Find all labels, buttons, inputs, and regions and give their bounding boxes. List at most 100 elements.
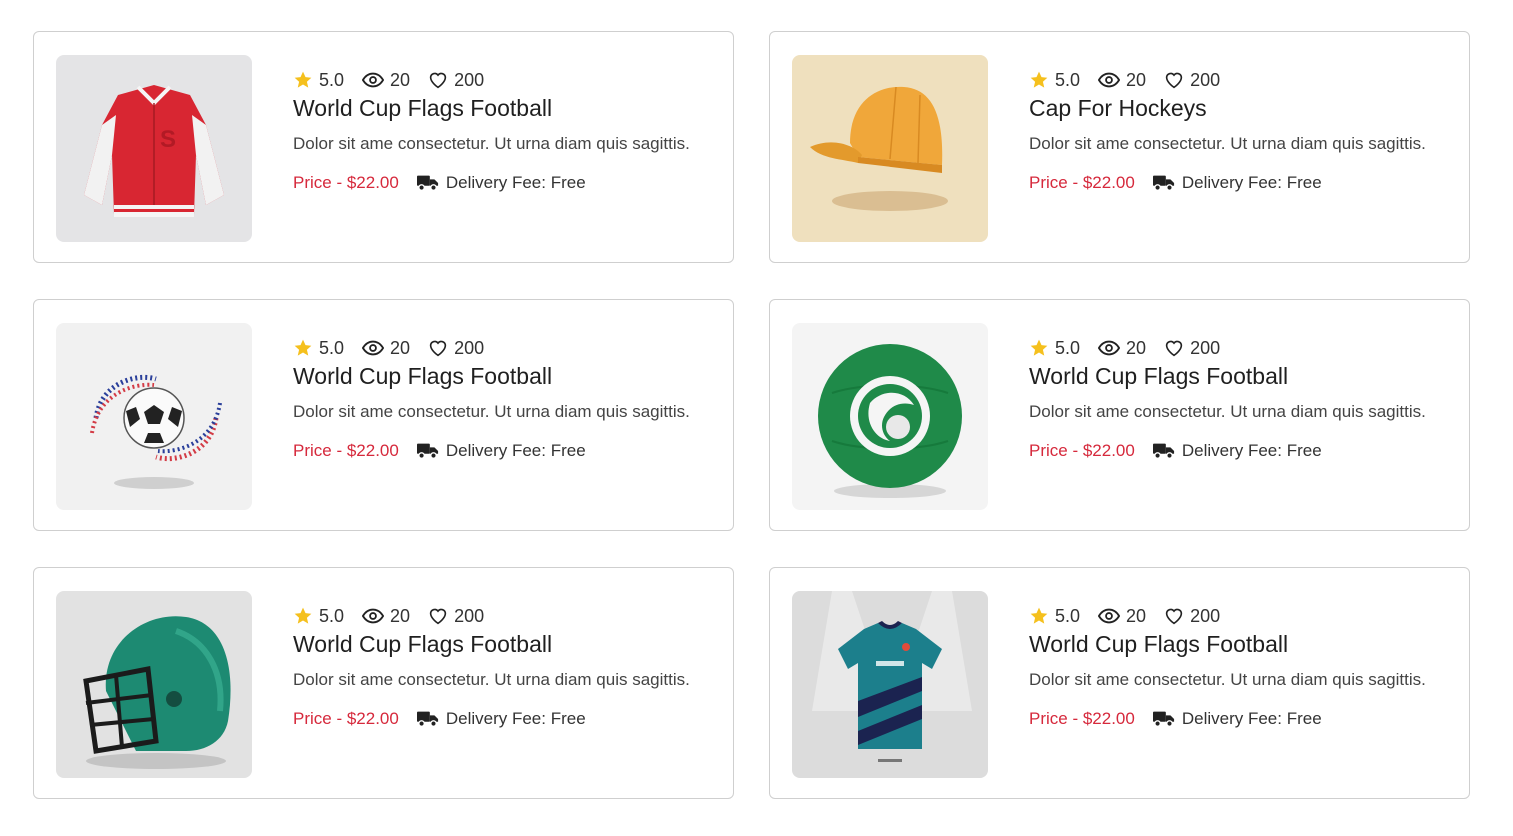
rating-value: 5.0 bbox=[1055, 337, 1081, 358]
likes-count: 200 bbox=[454, 337, 485, 358]
rating-value: 5.0 bbox=[319, 337, 345, 358]
views-count: 20 bbox=[390, 69, 411, 90]
delivery-info: Delivery Fee: Free bbox=[416, 709, 586, 729]
delivery-fee: Delivery Fee: Free bbox=[445, 173, 586, 192]
views: 20 bbox=[362, 338, 410, 359]
product-price: Price - $22.00 bbox=[293, 441, 399, 460]
star-icon bbox=[294, 71, 312, 88]
product-image-orange-cap[interactable] bbox=[792, 55, 988, 242]
product-image-soccer-ball-flag[interactable] bbox=[56, 323, 252, 510]
product-description: Dolor sit ame consectetur. Ut urna diam … bbox=[293, 134, 690, 153]
heart-icon[interactable] bbox=[1164, 607, 1184, 625]
truck-icon bbox=[1152, 175, 1174, 192]
rating: 5.0 bbox=[293, 70, 344, 91]
truck-icon bbox=[1152, 711, 1174, 728]
likes[interactable]: 200 bbox=[1164, 606, 1220, 627]
product-price: Price - $22.00 bbox=[293, 709, 399, 728]
truck-icon bbox=[1152, 443, 1174, 460]
product-price: Price - $22.00 bbox=[1029, 709, 1135, 728]
eye-icon bbox=[362, 340, 385, 356]
product-image-teal-jersey[interactable] bbox=[792, 591, 988, 778]
likes[interactable]: 200 bbox=[428, 338, 484, 359]
views-count: 20 bbox=[390, 337, 411, 358]
heart-icon[interactable] bbox=[428, 339, 448, 357]
eye-icon bbox=[362, 608, 385, 624]
views: 20 bbox=[1098, 338, 1146, 359]
svg-text:S: S bbox=[160, 126, 176, 153]
views-count: 20 bbox=[1126, 337, 1147, 358]
product-title[interactable]: World Cup Flags Football bbox=[1029, 630, 1449, 658]
rating: 5.0 bbox=[293, 606, 344, 627]
eye-icon bbox=[362, 72, 385, 88]
views: 20 bbox=[362, 70, 410, 91]
rating: 5.0 bbox=[1029, 606, 1080, 627]
delivery-info: Delivery Fee: Free bbox=[1152, 173, 1322, 193]
star-icon bbox=[1030, 71, 1048, 88]
product-price: Price - $22.00 bbox=[1029, 441, 1135, 460]
delivery-fee: Delivery Fee: Free bbox=[445, 441, 586, 460]
product-image-varsity-jacket[interactable]: S bbox=[56, 55, 252, 242]
rating-value: 5.0 bbox=[1055, 69, 1081, 90]
likes[interactable]: 200 bbox=[1164, 70, 1220, 91]
likes-count: 200 bbox=[1190, 605, 1221, 626]
star-icon bbox=[294, 607, 312, 624]
product-card[interactable]: 5.0 20 200 World Cup Flags Football Dolo… bbox=[769, 567, 1470, 799]
star-icon bbox=[1030, 339, 1048, 356]
delivery-info: Delivery Fee: Free bbox=[416, 173, 586, 193]
likes-count: 200 bbox=[454, 605, 485, 626]
product-card[interactable]: 5.0 20 200 World Cup Flags Football Dolo… bbox=[33, 567, 734, 799]
rating: 5.0 bbox=[1029, 338, 1080, 359]
rating-value: 5.0 bbox=[319, 605, 345, 626]
product-description: Dolor sit ame consectetur. Ut urna diam … bbox=[293, 402, 690, 421]
delivery-info: Delivery Fee: Free bbox=[1152, 709, 1322, 729]
views-count: 20 bbox=[1126, 69, 1147, 90]
views: 20 bbox=[362, 606, 410, 627]
heart-icon[interactable] bbox=[428, 607, 448, 625]
product-price: Price - $22.00 bbox=[1029, 173, 1135, 192]
likes[interactable]: 200 bbox=[428, 606, 484, 627]
product-card[interactable]: S 5.0 20 200 World Cup Flags Football Do… bbox=[33, 31, 734, 263]
eye-icon bbox=[1098, 340, 1121, 356]
product-price: Price - $22.00 bbox=[293, 173, 399, 192]
likes-count: 200 bbox=[1190, 69, 1221, 90]
star-icon bbox=[294, 339, 312, 356]
star-icon bbox=[1030, 607, 1048, 624]
views: 20 bbox=[1098, 70, 1146, 91]
heart-icon[interactable] bbox=[428, 71, 448, 89]
likes-count: 200 bbox=[1190, 337, 1221, 358]
heart-icon[interactable] bbox=[1164, 71, 1184, 89]
views-count: 20 bbox=[390, 605, 411, 626]
product-description: Dolor sit ame consectetur. Ut urna diam … bbox=[293, 670, 690, 689]
product-description: Dolor sit ame consectetur. Ut urna diam … bbox=[1029, 402, 1426, 421]
product-title[interactable]: World Cup Flags Football bbox=[293, 362, 713, 390]
views: 20 bbox=[1098, 606, 1146, 627]
views-count: 20 bbox=[1126, 605, 1147, 626]
delivery-info: Delivery Fee: Free bbox=[1152, 441, 1322, 461]
product-title[interactable]: World Cup Flags Football bbox=[293, 94, 713, 122]
truck-icon bbox=[416, 443, 438, 460]
product-title[interactable]: World Cup Flags Football bbox=[1029, 362, 1449, 390]
eye-icon bbox=[1098, 72, 1121, 88]
truck-icon bbox=[416, 175, 438, 192]
product-title[interactable]: World Cup Flags Football bbox=[293, 630, 713, 658]
product-description: Dolor sit ame consectetur. Ut urna diam … bbox=[1029, 134, 1426, 153]
eye-icon bbox=[1098, 608, 1121, 624]
product-description: Dolor sit ame consectetur. Ut urna diam … bbox=[1029, 670, 1426, 689]
delivery-fee: Delivery Fee: Free bbox=[1181, 441, 1322, 460]
delivery-fee: Delivery Fee: Free bbox=[445, 709, 586, 728]
product-image-green-ball[interactable] bbox=[792, 323, 988, 510]
product-card[interactable]: 5.0 20 200 World Cup Flags Football Dolo… bbox=[769, 299, 1470, 531]
likes[interactable]: 200 bbox=[428, 70, 484, 91]
delivery-fee: Delivery Fee: Free bbox=[1181, 173, 1322, 192]
product-card[interactable]: 5.0 20 200 World Cup Flags Football Dolo… bbox=[33, 299, 734, 531]
heart-icon[interactable] bbox=[1164, 339, 1184, 357]
rating: 5.0 bbox=[293, 338, 344, 359]
product-card[interactable]: 5.0 20 200 Cap For Hockeys Dolor sit ame… bbox=[769, 31, 1470, 263]
delivery-fee: Delivery Fee: Free bbox=[1181, 709, 1322, 728]
delivery-info: Delivery Fee: Free bbox=[416, 441, 586, 461]
rating: 5.0 bbox=[1029, 70, 1080, 91]
product-image-football-helmet[interactable] bbox=[56, 591, 252, 778]
product-title[interactable]: Cap For Hockeys bbox=[1029, 94, 1449, 122]
truck-icon bbox=[416, 711, 438, 728]
likes[interactable]: 200 bbox=[1164, 338, 1220, 359]
